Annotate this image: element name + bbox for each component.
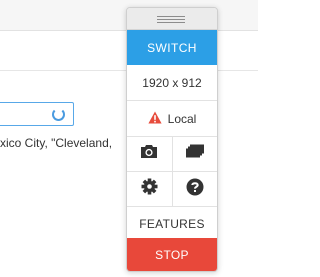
- tools-row-1: [127, 137, 217, 172]
- warning-icon: [148, 111, 162, 127]
- screens-icon: [185, 144, 205, 164]
- features-button[interactable]: FEATURES: [127, 207, 217, 241]
- camera-icon: [140, 144, 158, 164]
- resolution-widget: SWITCH 1920 x 912 Local FEATURES STOP: [126, 7, 218, 272]
- stop-button[interactable]: STOP: [127, 238, 217, 271]
- screenshot-button[interactable]: [127, 137, 172, 171]
- screens-button[interactable]: [171, 137, 218, 171]
- resolution-display: 1920 x 912: [127, 65, 217, 101]
- tools-row-2: [127, 172, 217, 207]
- help-button[interactable]: [171, 172, 218, 206]
- switch-button[interactable]: SWITCH: [127, 30, 217, 65]
- location-label: Local: [167, 111, 197, 126]
- gear-icon: [141, 178, 158, 200]
- location-row[interactable]: Local: [127, 101, 217, 137]
- drag-handle[interactable]: [127, 8, 217, 30]
- page-text: xico City, "Cleveland,: [0, 136, 113, 150]
- loading-spinner-icon: [52, 108, 65, 121]
- location-search-input[interactable]: [0, 102, 74, 126]
- settings-button[interactable]: [127, 172, 172, 206]
- resolution-label: 1920 x 912: [142, 75, 202, 90]
- help-icon: [186, 178, 204, 201]
